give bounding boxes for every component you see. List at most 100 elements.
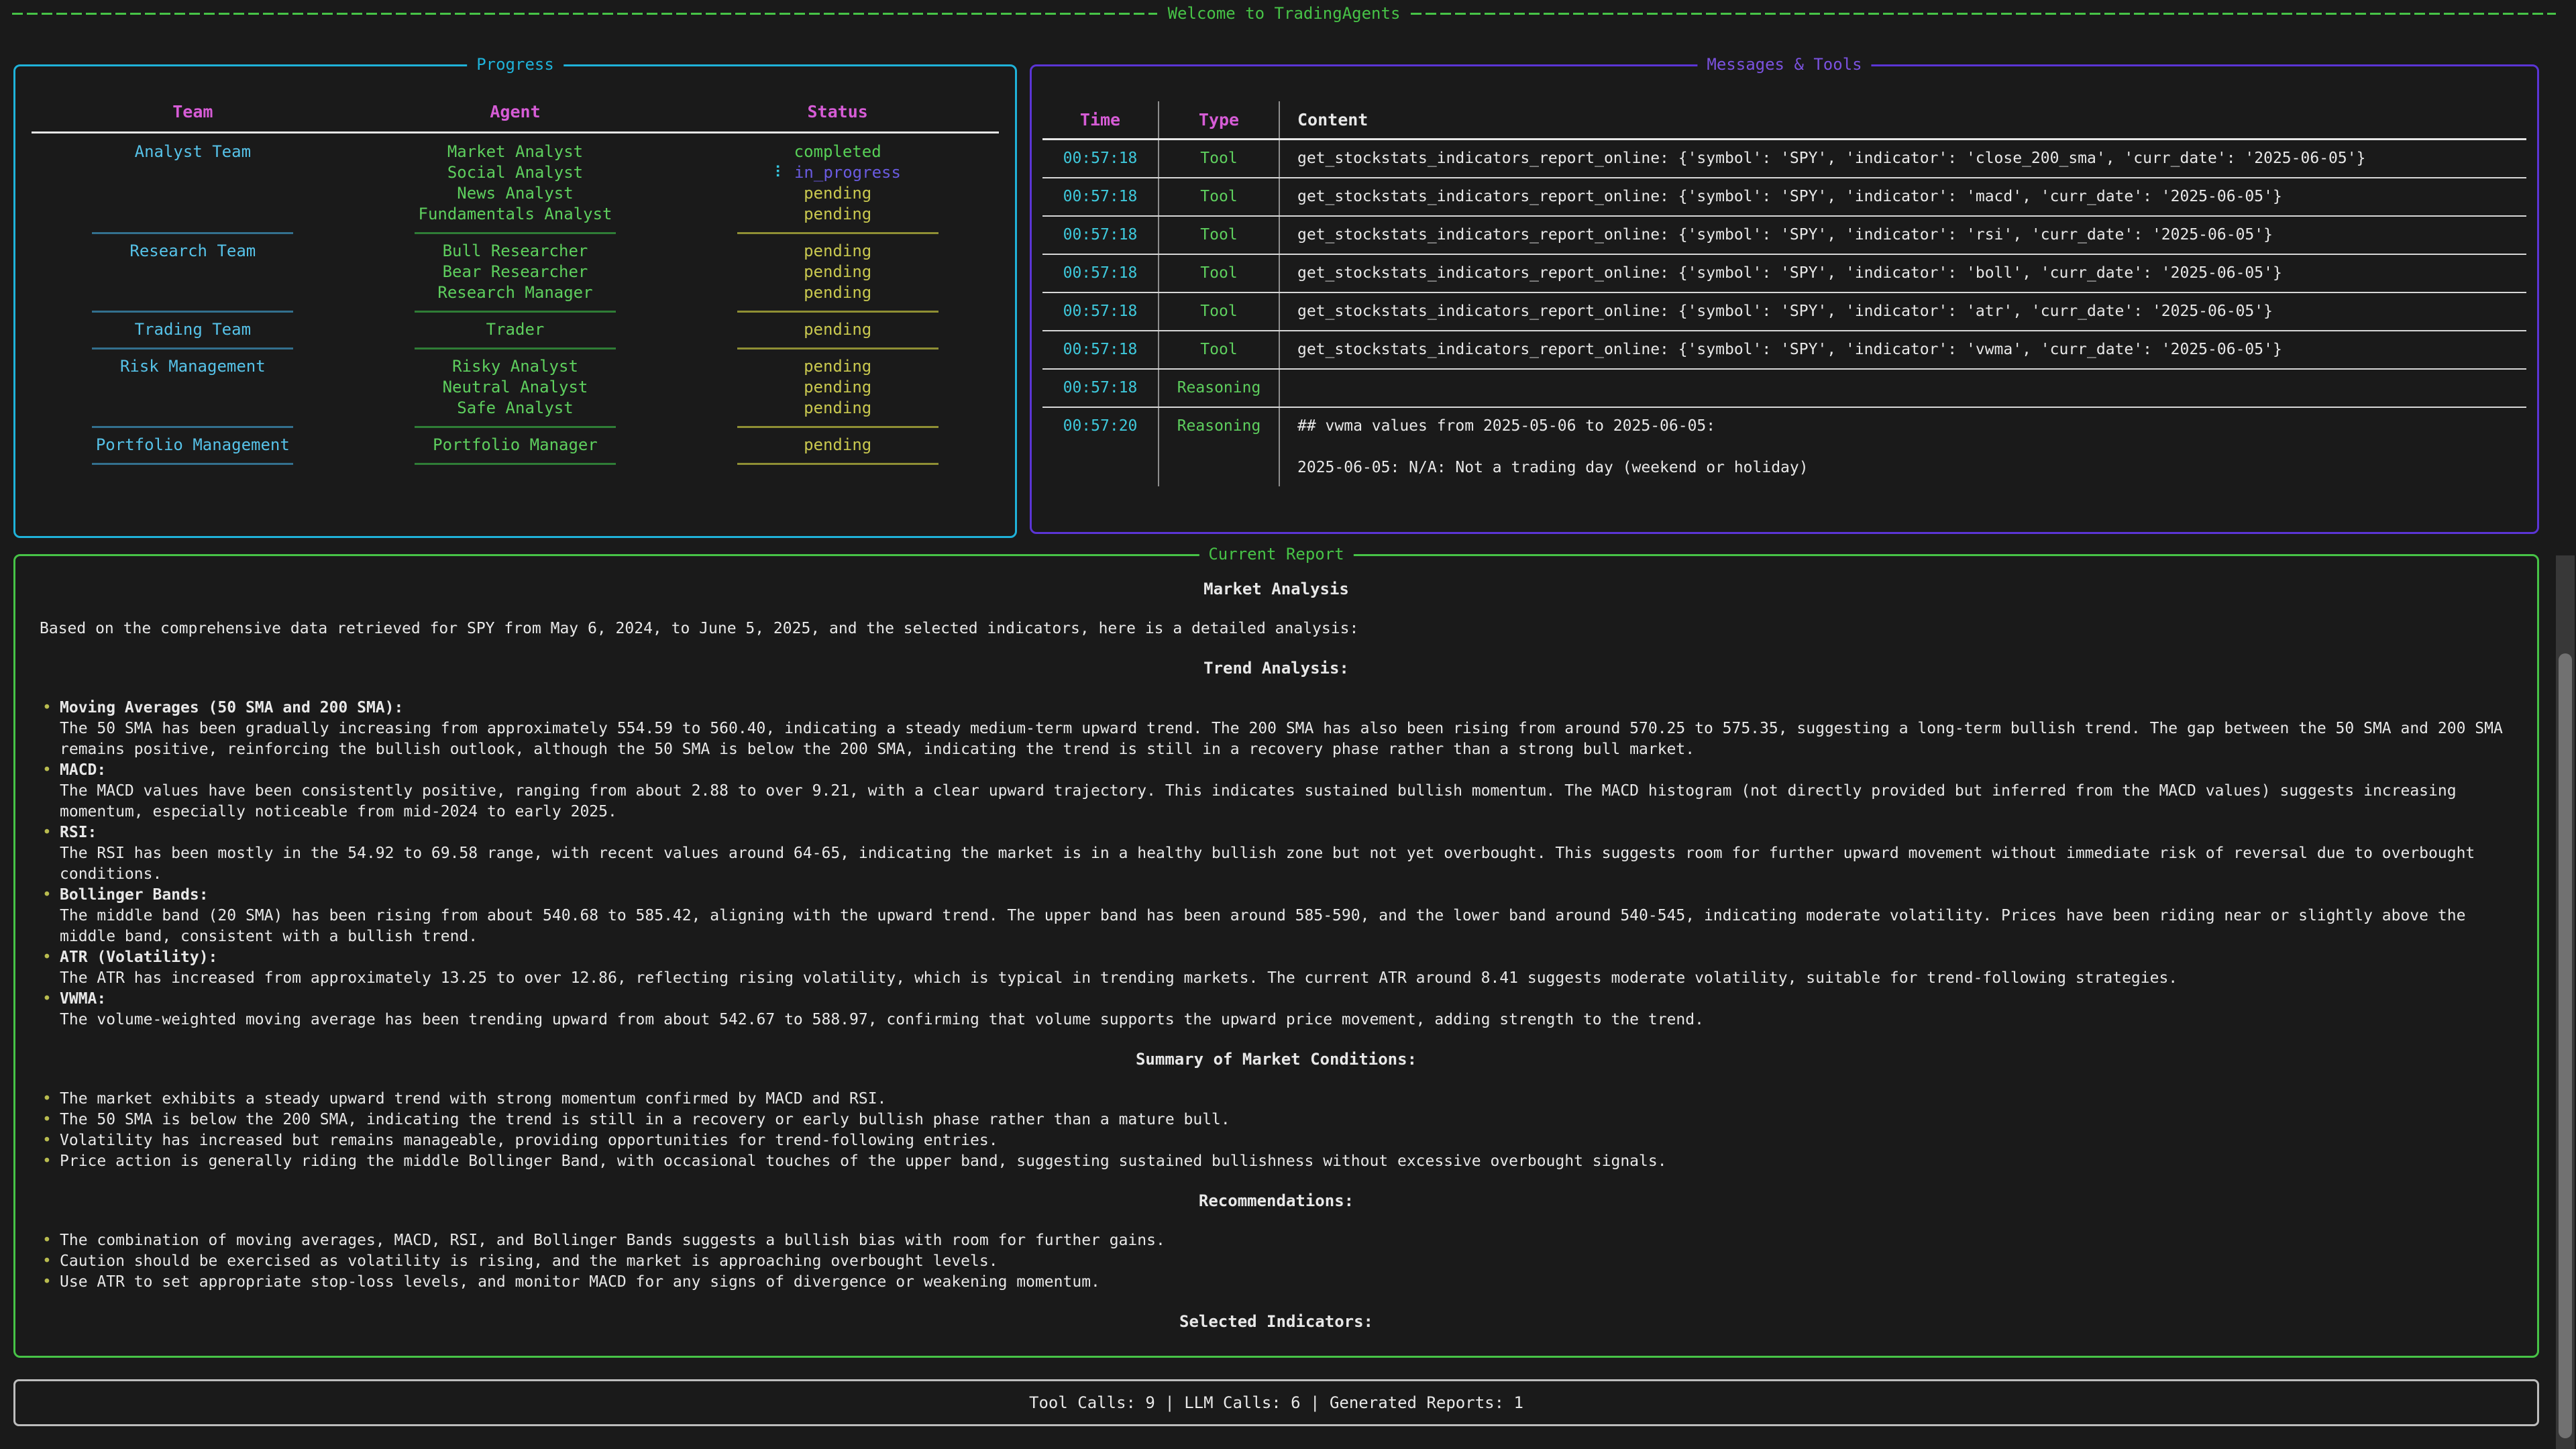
message-content-line: get_stockstats_indicators_report_online:… [1297,225,2521,246]
progress-status-cell: pending [676,241,999,262]
spinner-icon: ⠇ [774,163,786,182]
message-type: Tool [1158,293,1279,330]
message-content [1279,370,2526,407]
progress-group-separator [676,303,999,319]
message-time: 00:57:20 [1042,408,1158,486]
progress-group-separator [354,455,677,472]
progress-group-separator [354,340,677,356]
separator-line [737,426,938,428]
progress-status-cell: pending [676,319,999,340]
status-badge: pending [804,241,871,260]
separator-line [415,232,616,234]
progress-team-cell [32,183,354,204]
progress-agent-cell: Portfolio Manager [354,435,677,455]
report-bullet-text: Volatility has increased but remains man… [60,1130,2513,1151]
progress-agent-cell: Bear Researcher [354,262,677,282]
tradingagents-app: Welcome to TradingAgents Progress Team A… [0,0,2576,1449]
progress-agent-cell: News Analyst [354,183,677,204]
messages-col-time: Time [1042,101,1158,138]
message-content: get_stockstats_indicators_report_online:… [1279,178,2526,215]
message-type: Tool [1158,140,1279,177]
progress-agent-cell: Social Analyst [354,162,677,183]
report-bullet-head: VWMA: [60,989,2513,1010]
status-badge: pending [804,398,871,417]
report-section-heading: Summary of Market Conditions: [40,1049,2513,1070]
stats-text: Tool Calls: 9 | LLM Calls: 6 | Generated… [1029,1393,1523,1413]
report-bullet-item: Caution should be exercised as volatilit… [40,1251,2513,1272]
message-content: get_stockstats_indicators_report_online:… [1279,140,2526,177]
message-time: 00:57:18 [1042,370,1158,407]
progress-status-cell: pending [676,398,999,419]
status-badge: pending [804,435,871,454]
report-bullet-list: The combination of moving averages, MACD… [40,1230,2513,1293]
report-bullet-text: The ATR has increased from approximately… [60,968,2513,989]
messages-col-content: Content [1279,101,2526,138]
separator-line [737,347,938,350]
report-bullet-item: VWMA:The volume-weighted moving average … [40,989,2513,1030]
message-content-line: ## vwma values from 2025-05-06 to 2025-0… [1297,416,2521,437]
message-content: get_stockstats_indicators_report_online:… [1279,331,2526,368]
separator-line [92,426,293,428]
message-content: get_stockstats_indicators_report_online:… [1279,293,2526,330]
report-panel-title: Current Report [1199,544,1353,565]
report-bullet-text: The RSI has been mostly in the 54.92 to … [60,843,2513,885]
separator-line [92,347,293,350]
message-content-line: get_stockstats_indicators_report_online:… [1297,148,2521,169]
report-bullet-text: The volume-weighted moving average has b… [60,1010,2513,1030]
report-bullet-text: The 50 SMA is below the 200 SMA, indicat… [60,1110,2513,1130]
progress-agent-cell: Market Analyst [354,142,677,162]
progress-team-cell: Trading Team [32,319,354,340]
status-badge: pending [804,205,871,223]
report-bullet-list: Moving Averages (50 SMA and 200 SMA):The… [40,698,2513,1030]
messages-panel-title: Messages & Tools [1697,54,1871,75]
report-sections: Trend Analysis:Moving Averages (50 SMA a… [40,658,2513,1332]
progress-status-cell: pending [676,183,999,204]
status-badge: pending [804,283,871,302]
message-content-line: 2025-06-05: N/A: Not a trading day (week… [1297,458,2521,478]
report-bullet-text: Price action is generally riding the mid… [60,1151,2513,1172]
separator-line [737,232,938,234]
progress-team-cell [32,262,354,282]
message-time: 00:57:18 [1042,331,1158,368]
report-bullet-text: Use ATR to set appropriate stop-loss lev… [60,1272,2513,1293]
message-content-line: get_stockstats_indicators_report_online:… [1297,186,2521,207]
status-badge: in_progress [794,163,901,182]
progress-header-underline [32,131,999,133]
report-section-heading: Recommendations: [40,1191,2513,1212]
separator-line [415,347,616,350]
message-time: 00:57:18 [1042,178,1158,215]
progress-team-cell [32,204,354,225]
progress-status-cell: pending [676,282,999,303]
progress-team-cell: Portfolio Management [32,435,354,455]
progress-status-cell: pending [676,435,999,455]
progress-agent-cell: Trader [354,319,677,340]
report-bullet-text: The MACD values have been consistently p… [60,781,2513,822]
message-type: Reasoning [1158,408,1279,486]
report-bullet-head: Bollinger Bands: [60,885,2513,906]
message-type: Tool [1158,217,1279,254]
message-type: Reasoning [1158,370,1279,407]
report-bullet-item: RSI:The RSI has been mostly in the 54.92… [40,822,2513,885]
progress-status-cell: pending [676,377,999,398]
progress-team-cell [32,282,354,303]
progress-agent-cell: Neutral Analyst [354,377,677,398]
progress-agent-cell: Safe Analyst [354,398,677,419]
scrollbar-track[interactable] [2556,555,2575,1449]
report-bullet-text: The combination of moving averages, MACD… [60,1230,2513,1251]
progress-team-cell [32,398,354,419]
scrollbar-thumb[interactable] [2559,653,2572,1438]
progress-col-status: Status [676,101,999,131]
progress-group-separator [32,419,354,435]
report-bullet-head: ATR (Volatility): [60,947,2513,968]
report-bullet-item: Use ATR to set appropriate stop-loss lev… [40,1272,2513,1293]
separator-line [92,463,293,465]
separator-line [92,311,293,313]
separator-line [92,232,293,234]
report-bullet-item: Bollinger Bands:The middle band (20 SMA)… [40,885,2513,947]
progress-group-separator [676,455,999,472]
separator-line [737,463,938,465]
progress-team-cell: Risk Management [32,356,354,377]
status-badge: completed [794,142,881,161]
message-time: 00:57:18 [1042,140,1158,177]
separator-line [415,463,616,465]
